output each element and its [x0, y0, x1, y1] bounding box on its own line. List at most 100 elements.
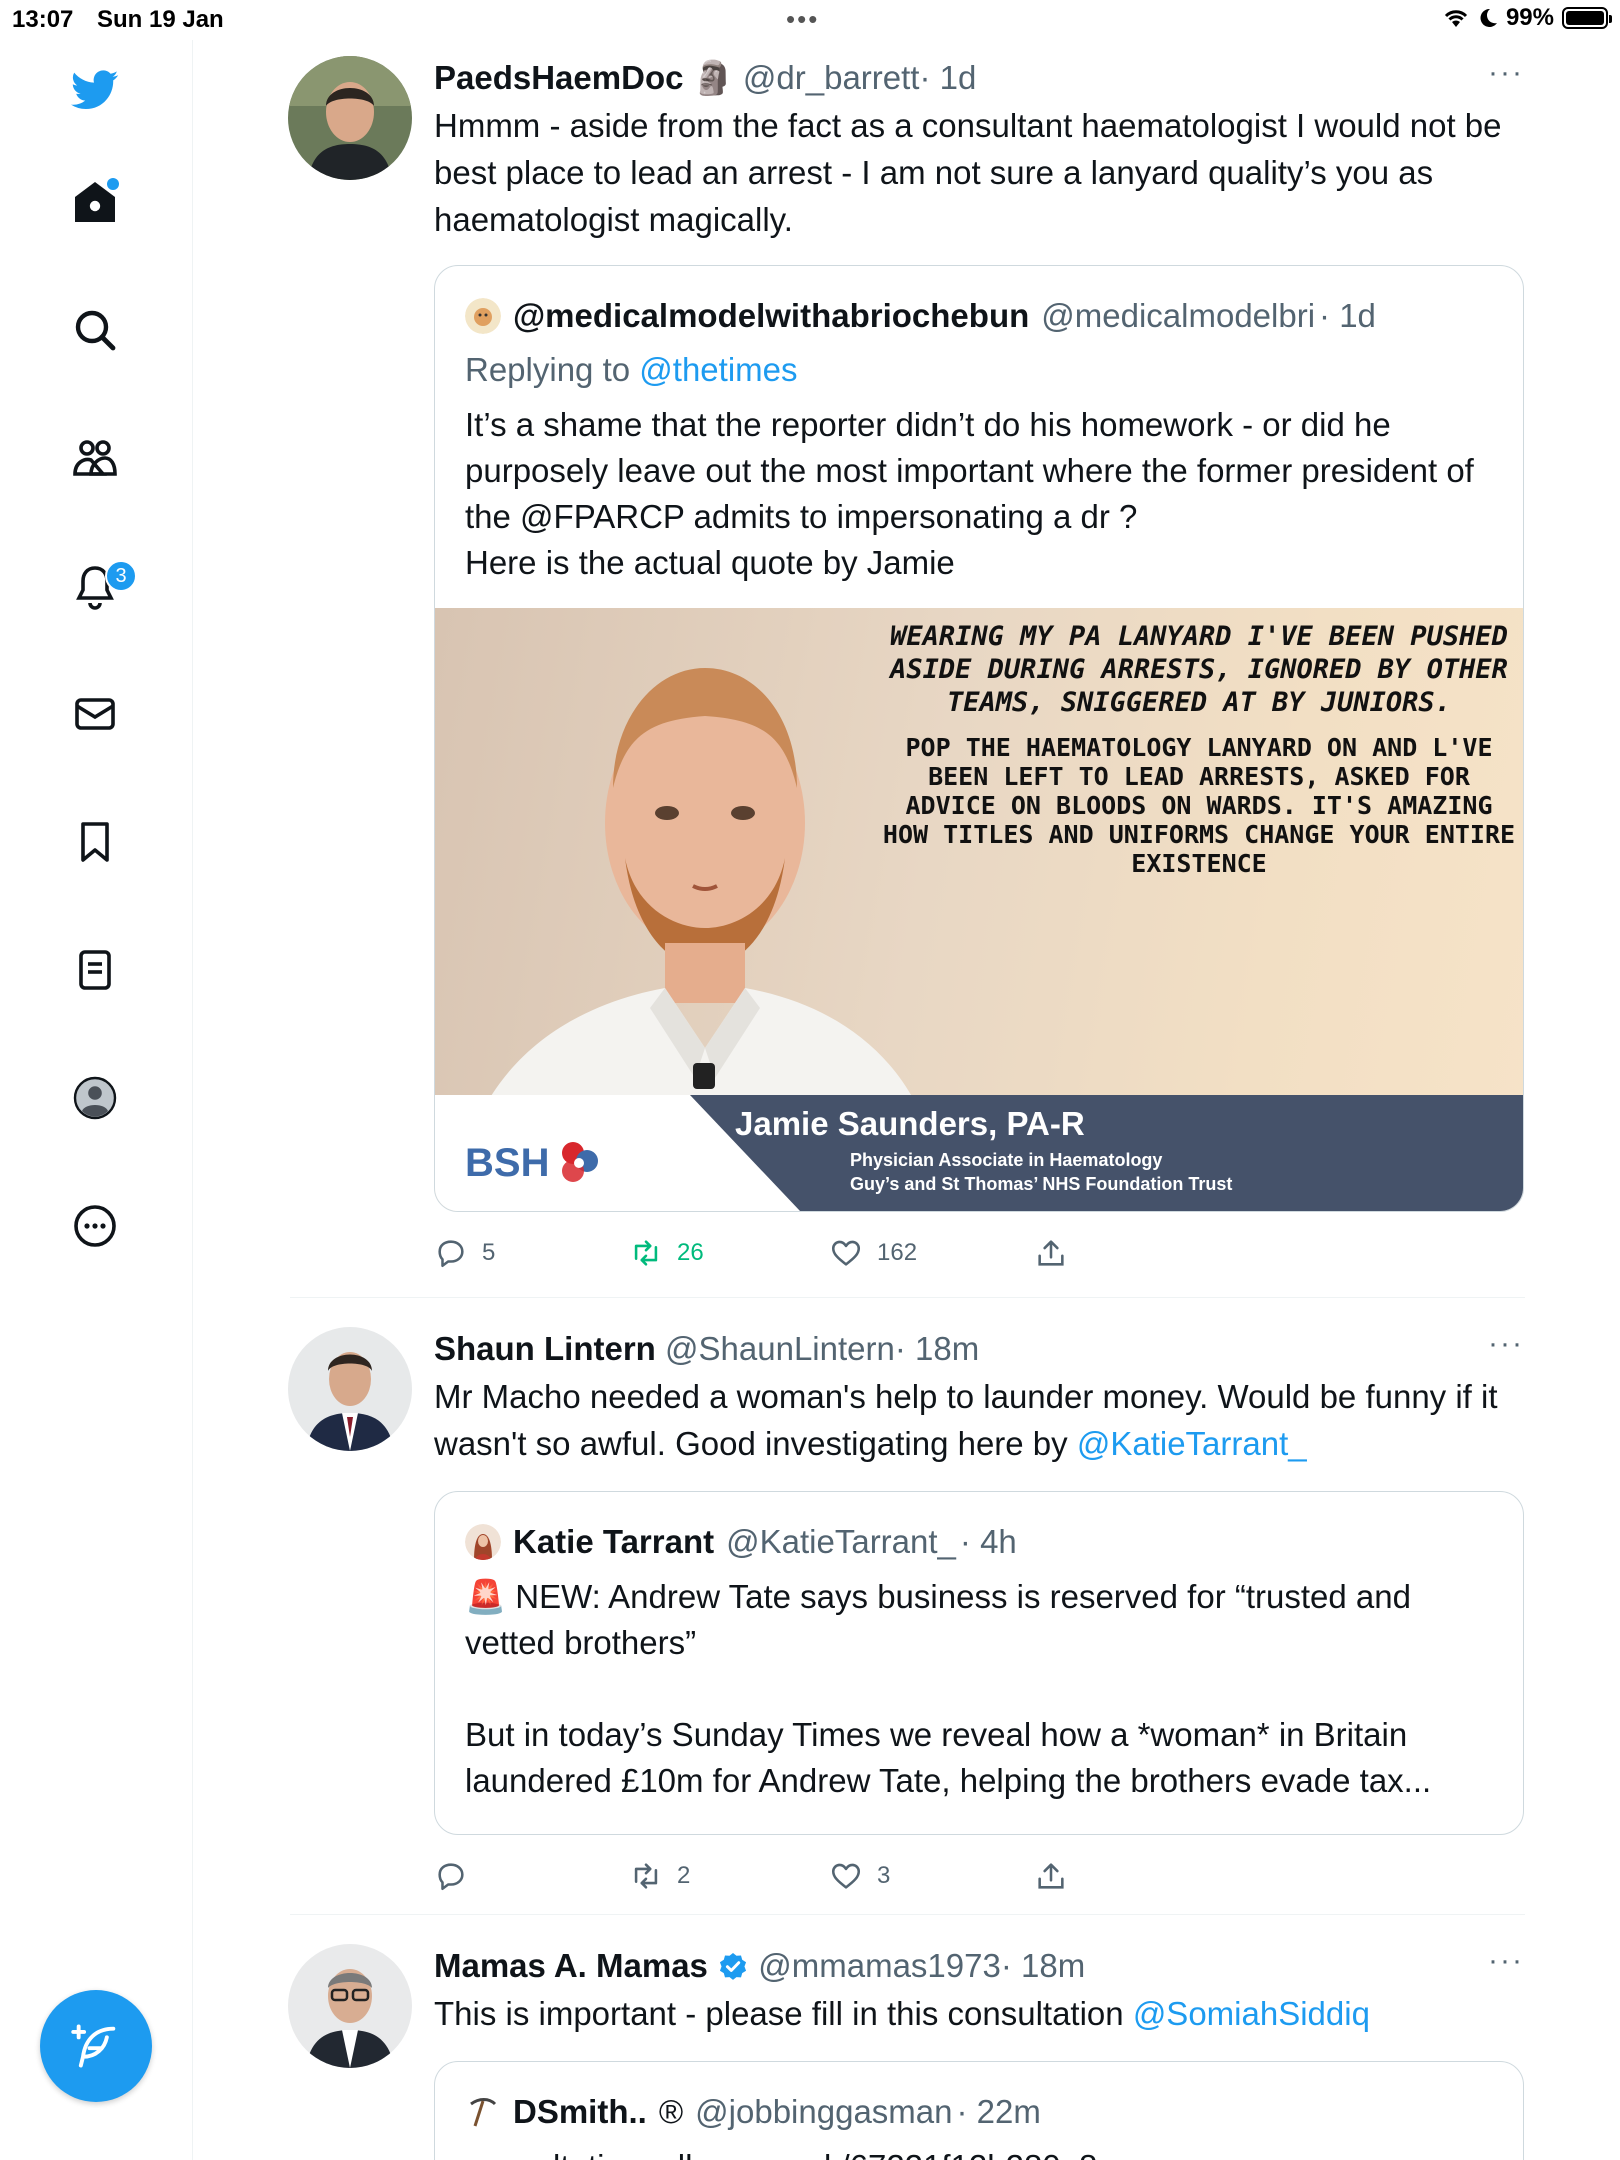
person-org-caption: Guy’s and St Thomas’ NHS Foundation Trus…: [850, 1174, 1233, 1194]
quoted-time: · 4h: [959, 1523, 1017, 1560]
bsh-logo: BSH: [465, 1137, 605, 1189]
overlay-line-1: Wearing my PA lanyard I've been pushed a…: [890, 621, 1508, 718]
person-name-caption: Jamie Saunders, PA-R: [735, 1105, 1085, 1142]
compose-tweet-button[interactable]: [40, 1990, 152, 2102]
search-icon[interactable]: [63, 298, 127, 362]
quoted-text: consultations.dhsc.gov.uk/67221f12b280e8…: [465, 2144, 1493, 2160]
communities-icon[interactable]: [63, 426, 127, 490]
person-title-caption: Physician Associate in Haematology: [850, 1150, 1163, 1170]
status-date: Sun 19 Jan: [97, 6, 224, 33]
quoted-author-name: @medicalmodelwithabriochebun: [513, 297, 1030, 334]
quoted-text: 🚨 NEW: Andrew Tate says business is rese…: [465, 1574, 1493, 1834]
author-name[interactable]: PaedsHaemDoc: [434, 59, 683, 96]
tweet-text-body: Mr Macho needed a woman's help to launde…: [434, 1378, 1498, 1462]
notifications-bell-icon[interactable]: 3: [63, 554, 137, 618]
reply-icon: [438, 1863, 464, 1891]
lists-icon[interactable]: [63, 938, 127, 1002]
tweet-actions: 2 3: [434, 1859, 1524, 1909]
retweet-icon: [634, 1240, 658, 1266]
share-button[interactable]: [1034, 1859, 1068, 1893]
replying-label: Replying to: [465, 351, 631, 388]
more-icon[interactable]: ···: [1488, 56, 1524, 90]
quoted-avatar: [465, 298, 501, 334]
tweet-time[interactable]: · 18m: [895, 1330, 979, 1367]
siren-emoji: 🚨: [465, 1578, 507, 1615]
quoted-author-name: Katie Tarrant: [513, 1523, 715, 1560]
status-time: 13:07: [12, 6, 74, 33]
quoted-tweet[interactable]: DSmith.. ® @jobbinggasman· 22m consultat…: [434, 2061, 1524, 2160]
quoted-tweet[interactable]: @medicalmodelwithabriochebun @medicalmod…: [434, 265, 1524, 1212]
bookmark-icon[interactable]: [63, 810, 127, 874]
retweet-icon: [634, 1863, 658, 1889]
tweet-text: Hmmm - aside from the fact as a consulta…: [434, 107, 1502, 238]
more-icon[interactable]: ···: [1488, 1944, 1524, 1978]
tweet-time[interactable]: · 1d: [919, 59, 976, 96]
bsh-logo-icon: [562, 1142, 599, 1182]
reply-button[interactable]: 5: [434, 1236, 495, 1270]
heart-icon: [831, 1863, 861, 1889]
quoted-time: · 22m: [956, 2093, 1041, 2130]
author-handle[interactable]: @ShaunLintern: [665, 1330, 895, 1367]
multitasking-dots[interactable]: •••: [786, 4, 819, 35]
share-icon: [1038, 1240, 1064, 1266]
more-icon[interactable]: ···: [1488, 1327, 1524, 1361]
like-button[interactable]: 162: [829, 1236, 917, 1270]
verified-badge-icon: [720, 1953, 747, 1980]
messages-icon[interactable]: [63, 682, 127, 746]
overlay-line-2: Pop the haematology lanyard on and l've …: [882, 733, 1516, 878]
like-button[interactable]: 3: [829, 1859, 890, 1893]
pickaxe-icon: [470, 2098, 497, 2127]
quoted-author-handle: @jobbinggasman: [695, 2093, 953, 2130]
avatar[interactable]: [288, 56, 412, 180]
mention-link[interactable]: @SomiahSiddiq: [1133, 1995, 1370, 2032]
tweet-text-body: This is important - please fill in this …: [434, 1995, 1133, 2032]
twitter-logo-icon[interactable]: [63, 58, 127, 122]
retweet-button[interactable]: 26: [629, 1236, 704, 1270]
avatar[interactable]: [288, 1944, 412, 2068]
tweet-divider: [290, 1914, 1525, 1915]
author-handle[interactable]: @dr_barrett: [743, 59, 920, 96]
reply-count: 5: [482, 1239, 496, 1266]
tweet-text: Mr Macho needed a woman's help to launde…: [434, 1373, 1524, 1467]
more-options-icon[interactable]: [63, 1194, 127, 1258]
home-icon[interactable]: [63, 170, 127, 234]
home-new-dot: [107, 178, 119, 190]
author-name[interactable]: Mamas A. Mamas: [434, 1947, 708, 1984]
quoted-author-name: DSmith..: [513, 2093, 647, 2130]
author-emoji: 🗿: [692, 59, 734, 96]
replying-to-link[interactable]: @thetimes: [639, 351, 797, 388]
profile-avatar-icon[interactable]: [63, 1066, 127, 1130]
quoted-author-handle: @KatieTarrant_: [726, 1523, 956, 1560]
quote-overlay-text: Wearing my PA lanyard I've been pushed a…: [879, 620, 1519, 878]
retweet-count: 26: [677, 1239, 704, 1266]
reply-button[interactable]: [434, 1859, 482, 1893]
share-icon: [1038, 1863, 1064, 1889]
status-bar: 13:07 Sun 19 Jan ••• 99%: [0, 0, 1620, 40]
heart-icon: [831, 1240, 861, 1266]
reply-icon: [438, 1240, 464, 1268]
compose-feather-icon: [71, 2024, 116, 2068]
retweet-count: 2: [677, 1862, 691, 1889]
battery-icon: [1562, 7, 1612, 29]
tweet-time[interactable]: · 18m: [1001, 1947, 1085, 1984]
author-name[interactable]: Shaun Lintern: [434, 1330, 656, 1367]
quoted-media-image[interactable]: Wearing my PA lanyard I've been pushed a…: [435, 608, 1523, 1211]
bsh-logo-text: BSH: [465, 1140, 550, 1185]
quoted-time: · 1d: [1319, 297, 1376, 334]
sidebar: 3: [0, 40, 193, 2160]
like-count: 162: [877, 1239, 918, 1266]
quoted-avatar: [465, 1524, 501, 1560]
battery-percent: 99%: [1505, 4, 1554, 31]
author-handle[interactable]: @mmamas1973: [758, 1947, 1001, 1984]
share-button[interactable]: [1034, 1236, 1068, 1270]
wifi-icon: [1444, 10, 1468, 27]
tweet-divider: [290, 1297, 1525, 1298]
avatar[interactable]: [288, 1327, 412, 1451]
quoted-text: It’s a shame that the reporter didn’t do…: [465, 406, 1474, 581]
quoted-tweet[interactable]: Katie Tarrant @KatieTarrant_ · 4h 🚨 NEW: …: [434, 1491, 1524, 1835]
retweet-button[interactable]: 2: [629, 1859, 690, 1893]
tweet-actions: 5 26 162: [434, 1236, 1524, 1286]
mention-link[interactable]: @KatieTarrant_: [1077, 1425, 1307, 1462]
like-count: 3: [877, 1862, 891, 1889]
replying-to-line: Replying to @thetimes: [465, 348, 1493, 392]
